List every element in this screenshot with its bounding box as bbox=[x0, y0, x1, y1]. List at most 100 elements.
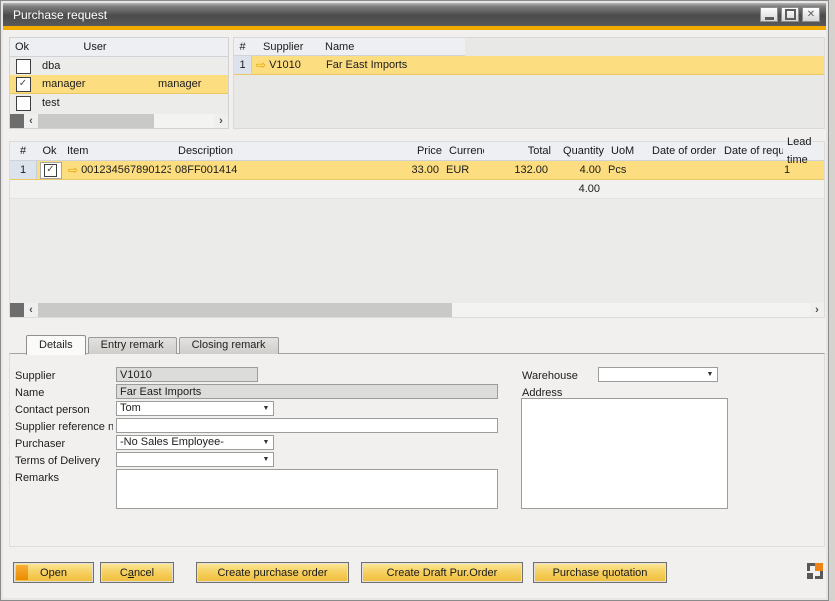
uom-header: UoM bbox=[608, 142, 648, 160]
purchaser-label: Purchaser bbox=[15, 437, 113, 451]
create-draft-pur-order-label: Create Draft Pur.Order bbox=[387, 567, 498, 579]
summary-quantity: 4.00 bbox=[551, 180, 604, 198]
scroll-right-icon: › bbox=[815, 304, 819, 316]
supplier-row[interactable]: 1 ⇨V1010 Far East Imports bbox=[234, 56, 824, 75]
warehouse-label: Warehouse bbox=[522, 369, 596, 383]
currency-header: Currency bbox=[446, 142, 484, 160]
purchaser-select[interactable]: -No Sales Employee- ▼ bbox=[116, 435, 274, 450]
item-header: Item bbox=[63, 142, 174, 160]
user-row-manager[interactable]: ✓ manager manager bbox=[10, 75, 228, 94]
tab-closing-remark[interactable]: Closing remark bbox=[179, 337, 279, 354]
ok-column-header: Ok bbox=[10, 38, 36, 56]
tab-entry-remark[interactable]: Entry remark bbox=[88, 337, 177, 354]
check-icon: ✓ bbox=[19, 75, 27, 93]
date-of-required-header: Date of requir bbox=[720, 142, 783, 160]
window-controls: ✕ bbox=[760, 7, 826, 22]
title-bar[interactable]: Purchase request ✕ bbox=[3, 3, 826, 26]
remarks-label: Remarks bbox=[15, 471, 113, 485]
link-arrow-icon[interactable]: ⇨ bbox=[68, 164, 78, 176]
warehouse-select[interactable]: ▼ bbox=[598, 367, 718, 382]
open-button[interactable]: Open bbox=[13, 562, 94, 583]
scroll-right-button[interactable]: › bbox=[810, 303, 824, 317]
cancel-button-label: Cancel bbox=[120, 567, 154, 579]
row-number-header: # bbox=[234, 38, 251, 56]
price-header: Price bbox=[374, 142, 446, 160]
user-column-header: User bbox=[36, 38, 154, 56]
supplier-field[interactable] bbox=[116, 367, 258, 382]
name-label: Name bbox=[15, 386, 113, 400]
supplier-reference-input[interactable] bbox=[116, 418, 498, 433]
address-textarea[interactable] bbox=[521, 398, 728, 509]
link-arrow-icon[interactable]: ⇨ bbox=[256, 59, 266, 71]
screen: Purchase request ✕ Ok User dba ✓ mana bbox=[0, 0, 835, 601]
summary-row: 4.00 bbox=[10, 180, 824, 199]
scroll-left-button[interactable]: ‹ bbox=[24, 114, 38, 128]
item-quantity: 4.00 bbox=[552, 161, 605, 179]
window-title: Purchase request bbox=[3, 8, 760, 22]
tab-details[interactable]: Details bbox=[26, 335, 86, 355]
chevron-down-icon: ▼ bbox=[259, 439, 273, 446]
supplier-label: Supplier bbox=[15, 369, 113, 383]
quantity-header: Quantity bbox=[555, 142, 608, 160]
scroll-thumb[interactable] bbox=[38, 303, 452, 317]
row-number: 1 bbox=[234, 56, 252, 74]
contact-person-label: Contact person bbox=[15, 403, 113, 417]
scroll-left-icon: ‹ bbox=[29, 115, 33, 127]
open-button-label: Open bbox=[40, 567, 67, 579]
purchase-request-window: Purchase request ✕ Ok User dba ✓ mana bbox=[0, 0, 829, 601]
contact-person-value: Tom bbox=[117, 402, 259, 415]
chevron-down-icon: ▼ bbox=[259, 405, 273, 412]
supplier-code: V1010 bbox=[269, 56, 301, 74]
form-resize-grip-icon[interactable] bbox=[807, 563, 823, 579]
contact-person-select[interactable]: Tom ▼ bbox=[116, 401, 274, 416]
suppliers-panel: # Supplier Name 1 ⇨V1010 Far East Import… bbox=[233, 37, 825, 129]
check-icon: ✓ bbox=[46, 161, 54, 179]
ok-checkbox[interactable] bbox=[16, 59, 31, 74]
maximize-button[interactable] bbox=[781, 7, 799, 22]
description-header: Description bbox=[174, 142, 374, 160]
scroll-thumb[interactable] bbox=[38, 114, 154, 128]
supplier-column-header: Supplier bbox=[251, 38, 321, 56]
user-row-dba[interactable]: dba bbox=[10, 57, 228, 75]
item-code: 001234567890123456 bbox=[81, 161, 171, 179]
user-name: test bbox=[36, 94, 154, 112]
scroll-track[interactable] bbox=[452, 303, 810, 317]
maximize-icon bbox=[785, 9, 796, 20]
user-row-test[interactable]: test bbox=[10, 94, 228, 112]
minimize-icon bbox=[765, 17, 774, 20]
name-column-header: Name bbox=[321, 38, 465, 56]
remarks-textarea[interactable] bbox=[116, 469, 498, 509]
scroll-right-button[interactable]: › bbox=[214, 114, 228, 128]
background-window-sliver bbox=[829, 0, 835, 601]
scroll-left-icon: ‹ bbox=[29, 304, 33, 316]
supplier-name: Far East Imports bbox=[322, 56, 466, 74]
scroll-track[interactable] bbox=[154, 114, 214, 128]
terms-of-delivery-select[interactable]: ▼ bbox=[116, 452, 274, 467]
item-row[interactable]: 1 ✓ ⇨001234567890123456 08FF001414 33.00… bbox=[10, 161, 824, 180]
user-name: manager bbox=[36, 75, 154, 93]
scroll-right-icon: › bbox=[219, 115, 223, 127]
ok-checkbox[interactable]: ✓ bbox=[44, 164, 57, 177]
item-currency: EUR bbox=[443, 161, 481, 179]
tab-strip: Details Entry remark Closing remark bbox=[26, 335, 281, 354]
ok-header: Ok bbox=[36, 142, 63, 160]
item-description: 08FF001414 bbox=[171, 161, 371, 179]
create-draft-pur-order-button[interactable]: Create Draft Pur.Order bbox=[361, 562, 523, 583]
purchase-quotation-button[interactable]: Purchase quotation bbox=[533, 562, 667, 583]
ok-checkbox[interactable]: ✓ bbox=[16, 77, 31, 92]
users-horizontal-scrollbar: ‹ › bbox=[10, 114, 228, 128]
items-table: # Ok Item Description Price Currency Tot… bbox=[9, 141, 825, 318]
create-purchase-order-button[interactable]: Create purchase order bbox=[196, 562, 349, 583]
num-header: # bbox=[10, 142, 36, 160]
ok-checkbox[interactable] bbox=[16, 96, 31, 111]
minimize-button[interactable] bbox=[760, 7, 778, 22]
terms-of-delivery-label: Terms of Delivery bbox=[15, 454, 113, 468]
cancel-button[interactable]: Cancel bbox=[100, 562, 174, 583]
create-purchase-order-label: Create purchase order bbox=[217, 567, 327, 579]
accent-gold-line bbox=[3, 26, 826, 30]
purchaser-value: -No Sales Employee- bbox=[117, 436, 259, 449]
name-field[interactable] bbox=[116, 384, 498, 399]
scroll-left-button[interactable]: ‹ bbox=[24, 303, 38, 317]
close-button[interactable]: ✕ bbox=[802, 7, 820, 22]
scrollbar-corner-box bbox=[10, 114, 24, 128]
